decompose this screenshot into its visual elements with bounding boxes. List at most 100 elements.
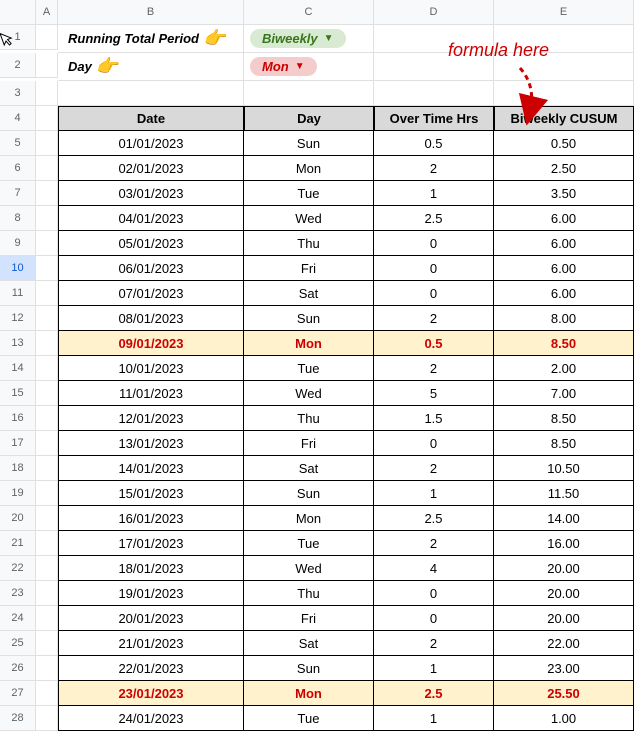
cusum-cell[interactable]: 22.00 [494, 631, 634, 656]
row-header[interactable]: 7 [0, 181, 36, 206]
date-cell[interactable]: 06/01/2023 [58, 256, 244, 281]
date-cell[interactable]: 24/01/2023 [58, 706, 244, 731]
overtime-cell[interactable]: 2.5 [374, 506, 494, 531]
overtime-cell[interactable]: 2 [374, 531, 494, 556]
cell-a4[interactable] [36, 106, 58, 131]
cell-a1[interactable] [36, 25, 58, 50]
date-cell[interactable]: 17/01/2023 [58, 531, 244, 556]
day-dropdown[interactable]: Mon▼ [250, 57, 317, 76]
day-cell[interactable]: Mon [244, 156, 374, 181]
date-cell[interactable]: 20/01/2023 [58, 606, 244, 631]
cell-a[interactable] [36, 381, 58, 406]
cell-a[interactable] [36, 406, 58, 431]
overtime-cell[interactable]: 0 [374, 281, 494, 306]
overtime-cell[interactable]: 1 [374, 181, 494, 206]
row-header[interactable]: 8 [0, 206, 36, 231]
day-cell[interactable]: Mon [244, 681, 374, 706]
date-cell[interactable]: 16/01/2023 [58, 506, 244, 531]
row-header[interactable]: 11 [0, 281, 36, 306]
cell-a[interactable] [36, 631, 58, 656]
table-header[interactable]: Over Time Hrs [374, 106, 494, 131]
date-cell[interactable]: 08/01/2023 [58, 306, 244, 331]
row-header[interactable]: 20 [0, 506, 36, 531]
overtime-cell[interactable]: 2 [374, 306, 494, 331]
table-header[interactable]: Date [58, 106, 244, 131]
overtime-cell[interactable]: 1 [374, 481, 494, 506]
cell-a[interactable] [36, 656, 58, 681]
overtime-cell[interactable]: 0 [374, 256, 494, 281]
cell-a[interactable] [36, 706, 58, 731]
overtime-cell[interactable]: 2 [374, 456, 494, 481]
cell-a[interactable] [36, 331, 58, 356]
row-header[interactable]: 19 [0, 481, 36, 506]
row-header[interactable]: 21 [0, 531, 36, 556]
cell-a[interactable] [36, 531, 58, 556]
cell-a[interactable] [36, 281, 58, 306]
overtime-cell[interactable]: 0.5 [374, 131, 494, 156]
cusum-cell[interactable]: 8.50 [494, 406, 634, 431]
row-header[interactable]: 4 [0, 106, 36, 131]
day-cell[interactable]: Mon [244, 331, 374, 356]
date-cell[interactable]: 05/01/2023 [58, 231, 244, 256]
column-header[interactable]: B [58, 0, 244, 25]
cell-a[interactable] [36, 456, 58, 481]
cusum-cell[interactable]: 6.00 [494, 206, 634, 231]
overtime-cell[interactable]: 1.5 [374, 406, 494, 431]
date-cell[interactable]: 09/01/2023 [58, 331, 244, 356]
row-header[interactable]: 27 [0, 681, 36, 706]
row-header[interactable]: 28 [0, 706, 36, 731]
day-cell[interactable]: Sat [244, 456, 374, 481]
row-header[interactable]: 23 [0, 581, 36, 606]
date-cell[interactable]: 12/01/2023 [58, 406, 244, 431]
row-header[interactable]: 10 [0, 256, 36, 281]
row-header[interactable]: 26 [0, 656, 36, 681]
day-cell[interactable]: Sun [244, 306, 374, 331]
column-header[interactable]: A [36, 0, 58, 25]
cusum-cell[interactable]: 3.50 [494, 181, 634, 206]
row-header[interactable]: 16 [0, 406, 36, 431]
column-header[interactable]: D [374, 0, 494, 25]
row-header[interactable]: 18 [0, 456, 36, 481]
cell-a[interactable] [36, 306, 58, 331]
cell-a[interactable] [36, 131, 58, 156]
overtime-cell[interactable]: 2.5 [374, 206, 494, 231]
cell-a2[interactable] [36, 53, 58, 78]
date-cell[interactable]: 04/01/2023 [58, 206, 244, 231]
day-cell[interactable]: Thu [244, 406, 374, 431]
overtime-cell[interactable]: 0 [374, 231, 494, 256]
column-header[interactable]: E [494, 0, 634, 25]
row-header[interactable]: 2 [0, 53, 36, 78]
row-header[interactable]: 15 [0, 381, 36, 406]
cell-a[interactable] [36, 231, 58, 256]
table-header[interactable]: Day [244, 106, 374, 131]
day-cell[interactable]: Tue [244, 356, 374, 381]
row-header[interactable]: 3 [0, 81, 36, 106]
day-cell[interactable]: Sat [244, 631, 374, 656]
empty-cell[interactable] [58, 81, 244, 106]
cell-a[interactable] [36, 606, 58, 631]
cusum-cell[interactable]: 2.50 [494, 156, 634, 181]
row-header[interactable]: 14 [0, 356, 36, 381]
day-cell[interactable]: Tue [244, 706, 374, 731]
row-header[interactable]: 17 [0, 431, 36, 456]
day-cell[interactable]: Sun [244, 481, 374, 506]
row-header[interactable]: 5 [0, 131, 36, 156]
date-cell[interactable]: 10/01/2023 [58, 356, 244, 381]
cell-a[interactable] [36, 181, 58, 206]
overtime-cell[interactable]: 2 [374, 356, 494, 381]
date-cell[interactable]: 19/01/2023 [58, 581, 244, 606]
overtime-cell[interactable]: 4 [374, 556, 494, 581]
cusum-cell[interactable]: 11.50 [494, 481, 634, 506]
cusum-cell[interactable]: 20.00 [494, 606, 634, 631]
cusum-cell[interactable]: 16.00 [494, 531, 634, 556]
cell-a[interactable] [36, 206, 58, 231]
cell-a[interactable] [36, 356, 58, 381]
corner-cell[interactable] [0, 0, 36, 25]
row-header[interactable]: 22 [0, 556, 36, 581]
cell-a[interactable] [36, 481, 58, 506]
date-cell[interactable]: 14/01/2023 [58, 456, 244, 481]
cell-c1[interactable]: Biweekly▼ [244, 25, 374, 53]
cusum-cell[interactable]: 20.00 [494, 581, 634, 606]
overtime-cell[interactable]: 2 [374, 631, 494, 656]
empty-cell[interactable] [244, 81, 374, 106]
